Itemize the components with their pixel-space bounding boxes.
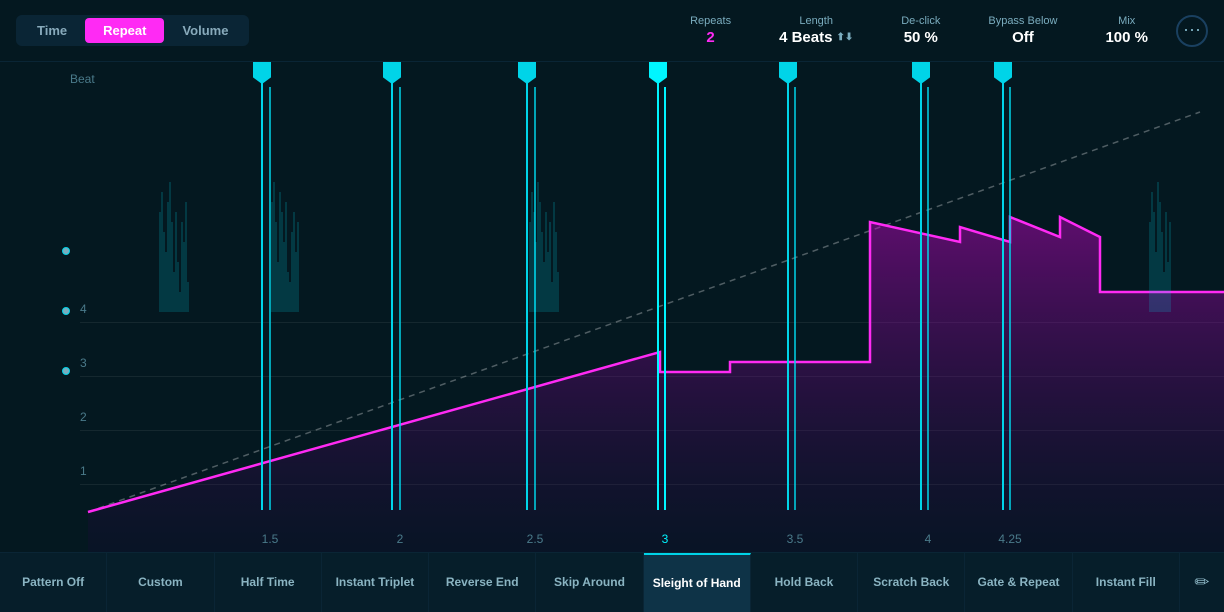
declick-control: De-click 50 % [881, 15, 960, 46]
tab-volume[interactable]: Volume [164, 18, 246, 43]
preset-skip-around[interactable]: Skip Around [536, 553, 643, 612]
x-label-2-5: 2.5 [527, 532, 544, 546]
waveform-3 [460, 122, 600, 502]
y-label-2: 2 [80, 410, 87, 424]
waveform-2 [200, 122, 340, 502]
x-label-2: 2 [397, 532, 404, 546]
declick-value[interactable]: 50 % [904, 29, 938, 46]
preset-pattern-off[interactable]: Pattern Off [0, 553, 107, 612]
bypass-label: Bypass Below [988, 15, 1057, 27]
repeats-control: Repeats 2 [670, 15, 751, 46]
mix-control: Mix 100 % [1085, 15, 1168, 46]
preset-scratch-back[interactable]: Scratch Back [858, 553, 965, 612]
left-handle-mid[interactable] [62, 307, 70, 315]
flag-head-3-5 [779, 62, 797, 84]
x-label-1-5: 1.5 [262, 532, 279, 546]
preset-gate-repeat[interactable]: Gate & Repeat [965, 553, 1072, 612]
tab-group: Time Repeat Volume [16, 15, 249, 46]
waveform-4 [1090, 122, 1210, 502]
declick-label: De-click [901, 15, 940, 27]
mix-label: Mix [1118, 15, 1135, 27]
repeats-label: Repeats [690, 15, 731, 27]
x-label-3: 3 [662, 532, 669, 546]
repeats-value[interactable]: 2 [706, 29, 714, 46]
bypass-value[interactable]: Off [1012, 29, 1034, 46]
left-handle-top[interactable] [62, 247, 70, 255]
length-value[interactable]: 4 Beats ⬆⬇ [779, 29, 853, 46]
left-handle-bot[interactable] [62, 367, 70, 375]
mix-value[interactable]: 100 % [1105, 29, 1148, 46]
bypass-control: Bypass Below Off [968, 15, 1077, 46]
flag-head-2 [383, 62, 401, 84]
preset-reverse-end[interactable]: Reverse End [429, 553, 536, 612]
length-stepper-icon: ⬆⬇ [836, 32, 853, 43]
flag-head-4 [912, 62, 930, 84]
x-label-4: 4 [925, 532, 932, 546]
preset-sleight-of-hand[interactable]: Sleight of Hand [644, 553, 751, 612]
flag-4[interactable] [920, 62, 922, 510]
flag-head-2-5 [518, 62, 536, 84]
flag-head-3 [649, 62, 667, 84]
pencil-button[interactable]: ✏ [1180, 553, 1224, 612]
length-label: Length [799, 15, 833, 27]
x-label-4-25: 4.25 [998, 532, 1021, 546]
main-canvas: Beat 4 3 2 1 [0, 62, 1224, 552]
flag-head-1-5 [253, 62, 271, 84]
preset-half-time[interactable]: Half Time [215, 553, 322, 612]
bottom-bar: Pattern Off Custom Half Time Instant Tri… [0, 552, 1224, 612]
header: Time Repeat Volume Repeats 2 Length 4 Be… [0, 0, 1224, 62]
flag-2[interactable] [391, 62, 393, 510]
length-control: Length 4 Beats ⬆⬇ [759, 15, 873, 46]
more-button[interactable]: ⋯ [1176, 15, 1208, 47]
beat-label: Beat [70, 72, 95, 86]
flag-head-4-25 [994, 62, 1012, 84]
flag-4-25[interactable] [1002, 62, 1004, 510]
preset-instant-triplet[interactable]: Instant Triplet [322, 553, 429, 612]
flag-3-5[interactable] [787, 62, 789, 510]
tab-time[interactable]: Time [19, 18, 85, 43]
flag-3[interactable] [657, 62, 659, 510]
y-label-1: 1 [80, 464, 87, 478]
preset-instant-fill[interactable]: Instant Fill [1073, 553, 1180, 612]
y-label-3: 3 [80, 356, 87, 370]
preset-custom[interactable]: Custom [107, 553, 214, 612]
preset-hold-back[interactable]: Hold Back [751, 553, 858, 612]
y-label-4: 4 [80, 302, 87, 316]
tab-repeat[interactable]: Repeat [85, 18, 164, 43]
x-label-3-5: 3.5 [787, 532, 804, 546]
